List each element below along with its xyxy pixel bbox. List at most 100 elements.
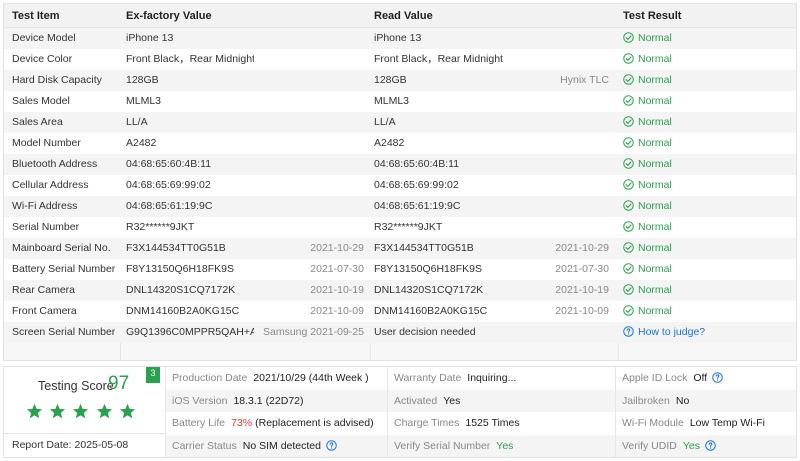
test-item-name: Bluetooth Address xyxy=(12,158,98,170)
ex-factory-value: DNL14320S1CQ7172K xyxy=(126,284,236,296)
summary-carrier-status: Carrier Status No SIM detected xyxy=(166,434,387,457)
test-item-name: Device Model xyxy=(12,32,76,44)
check-circle-icon xyxy=(623,221,634,233)
summary-value: No xyxy=(675,394,690,407)
star-icon xyxy=(72,403,95,423)
summary-value: No SIM detected xyxy=(242,439,321,452)
question-circle-icon[interactable] xyxy=(705,437,716,451)
check-circle-icon xyxy=(623,53,634,65)
test-result: Normal xyxy=(623,112,783,133)
ex-factory-extra xyxy=(254,175,364,196)
report-date-label: Report Date: xyxy=(12,439,72,451)
ex-factory-extra xyxy=(254,112,364,133)
test-item-name: Rear Camera xyxy=(12,284,76,296)
ex-factory-value: 128GB xyxy=(126,74,159,86)
ex-factory-value: 04:68:65:60:4B:11 xyxy=(126,158,212,170)
read-value: LL/A xyxy=(374,116,396,128)
summary-key: Wi-Fi Module xyxy=(622,417,684,429)
score-value: 97 xyxy=(108,373,130,394)
check-circle-icon xyxy=(623,74,634,86)
check-circle-icon xyxy=(623,116,634,128)
ex-factory-value: A2482 xyxy=(126,137,157,149)
read-value: R32******9JKT xyxy=(374,221,443,233)
summary-key: Production Date xyxy=(172,372,248,384)
test-result: Normal xyxy=(623,28,783,49)
summary-key: Verify UDID xyxy=(622,439,677,452)
summary-jailbroken: Jailbroken No xyxy=(616,389,796,412)
test-item-name: Battery Serial Number xyxy=(12,263,116,275)
test-result-label: Normal xyxy=(638,158,672,170)
ex-factory-value: DNM14160B2A0KG15C xyxy=(126,305,240,317)
test-result-label: Normal xyxy=(638,221,672,233)
table-row: Screen Serial Number G9Q1396C0MPPR5QAH+A2… xyxy=(4,322,796,343)
summary-key: Warranty Date xyxy=(394,372,462,384)
table-row: Serial Number R32******9JKT R32******9JKT N… xyxy=(4,217,796,238)
test-result-label: Normal xyxy=(638,116,672,128)
table-row: Sales Model MLML3 MLML3 Normal xyxy=(4,91,796,112)
test-result-label: Normal xyxy=(638,284,672,296)
summary-verify-udid: Verify UDID Yes xyxy=(616,434,796,457)
star-icon xyxy=(26,403,49,423)
read-extra: 2021-10-29 xyxy=(555,242,609,254)
summary-key: iOS Version xyxy=(172,394,228,407)
report-date-value: 2025-05-08 xyxy=(74,439,129,451)
header-read-value: Read Value xyxy=(374,10,433,22)
question-circle-icon[interactable] xyxy=(326,437,337,451)
test-result-label: Normal xyxy=(638,263,672,275)
table-row: Model Number A2482 A2482 Normal xyxy=(4,133,796,154)
summary-charge-times: Charge Times 1525 Times xyxy=(388,412,615,434)
test-item-name: Front Camera xyxy=(12,305,77,317)
read-extra: 2021-07-30 xyxy=(555,263,609,275)
ex-factory-extra: 2021-10-19 xyxy=(310,284,364,296)
check-circle-icon xyxy=(623,137,634,149)
ex-factory-value: 04:68:65:69:99:02 xyxy=(126,179,211,191)
test-item-name: Cellular Address xyxy=(12,179,89,191)
read-value: 04:68:65:60:4B:11 xyxy=(374,158,460,170)
summary-value: 18.3.1 (22D72) xyxy=(233,394,304,407)
header-test-result: Test Result xyxy=(623,10,682,22)
check-circle-icon xyxy=(623,200,634,212)
table-row: Wi-Fi Address 04:68:65:61:19:9C 04:68:65:6… xyxy=(4,196,796,217)
table-header: Test Item Ex-factory Value Read Value Te… xyxy=(4,4,796,28)
table-row: Bluetooth Address 04:68:65:60:4B:11 04:68:… xyxy=(4,154,796,175)
summary-key: Battery Life xyxy=(172,417,226,429)
test-result-label: Normal xyxy=(638,137,672,149)
read-extra: 2021-10-09 xyxy=(555,305,609,317)
question-circle-icon[interactable] xyxy=(712,369,723,383)
test-item-name: Sales Model xyxy=(12,95,70,107)
ex-factory-extra xyxy=(254,49,364,70)
read-value: 128GB xyxy=(374,74,407,86)
test-item-name: Sales Area xyxy=(12,116,63,128)
read-value: 04:68:65:69:99:02 xyxy=(374,179,459,191)
star-icon xyxy=(96,403,119,423)
ex-factory-value: G9Q1396C0MPPR5QAH+A20... xyxy=(126,326,254,338)
read-extra xyxy=(524,112,609,133)
read-extra xyxy=(524,49,609,70)
test-item-name: Mainboard Serial No. xyxy=(12,242,111,254)
test-results-table: Test Item Ex-factory Value Read Value Te… xyxy=(3,3,797,361)
how-to-judge-link[interactable]: How to judge? xyxy=(623,322,783,343)
read-extra xyxy=(524,322,609,343)
summary-key: Charge Times xyxy=(394,417,460,429)
read-extra xyxy=(524,91,609,112)
check-circle-icon xyxy=(623,305,634,317)
header-test-item: Test Item xyxy=(12,10,60,22)
summary-value: Yes xyxy=(443,394,461,407)
read-value: User decision needed xyxy=(374,326,476,338)
summary-apple-id-lock: Apple ID Lock Off xyxy=(616,367,796,389)
test-result: Normal xyxy=(623,70,783,91)
summary-column-3: Apple ID Lock Off Jailbroken No Wi-Fi Module… xyxy=(616,367,796,457)
summary-verify-serial-number: Verify Serial Number Yes xyxy=(388,434,615,457)
summary-activated: Activated Yes xyxy=(388,389,615,412)
summary-value: 2021/10/29 (44th Week ) xyxy=(253,372,369,384)
table-row: Hard Disk Capacity 128GB 128GB Hynix TLC Nor… xyxy=(4,70,796,91)
summary-key: Carrier Status xyxy=(172,439,237,452)
rating-stars xyxy=(26,403,142,423)
read-extra xyxy=(524,28,609,49)
test-result-label: Normal xyxy=(638,242,672,254)
read-extra: 2021-10-19 xyxy=(555,284,609,296)
summary-key: Jailbroken xyxy=(622,394,670,407)
test-result: Normal xyxy=(623,91,783,112)
ex-factory-extra xyxy=(254,133,364,154)
table-row: Cellular Address 04:68:65:69:99:02 04:68:6… xyxy=(4,175,796,196)
